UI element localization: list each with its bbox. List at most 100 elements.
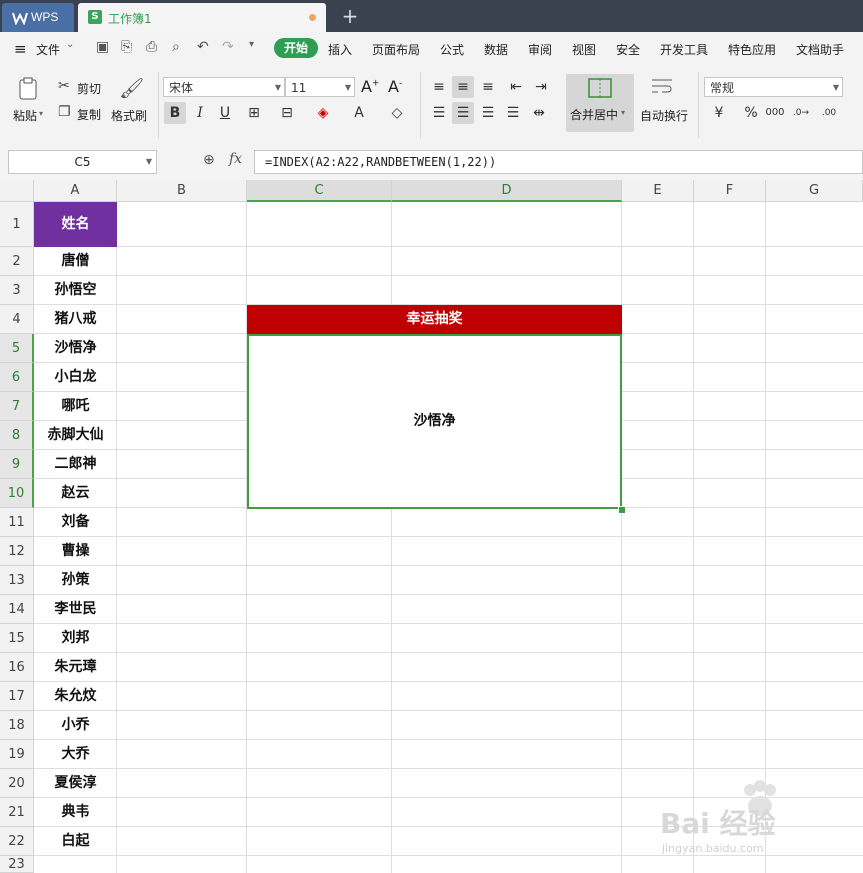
column-header-c[interactable]: C (247, 180, 392, 202)
name-box[interactable]: C5 ▼ (8, 150, 157, 174)
copy-button[interactable]: 复制 (77, 106, 101, 123)
name-cell[interactable]: 赵云 (34, 479, 117, 508)
name-cell[interactable]: 哪吒 (34, 392, 117, 421)
row-header-8[interactable]: 8 (0, 421, 34, 450)
row-header-7[interactable]: 7 (0, 392, 34, 421)
quick-access-more-icon[interactable]: ▾ (249, 39, 254, 50)
name-cell[interactable]: 朱元璋 (34, 653, 117, 682)
menu-review[interactable]: 审阅 (528, 41, 552, 58)
menu-view[interactable]: 视图 (572, 41, 596, 58)
export-icon[interactable]: ⎘ (121, 39, 132, 55)
menu-formulas[interactable]: 公式 (440, 41, 464, 58)
thousands-icon[interactable]: 000 (764, 102, 786, 124)
name-cell[interactable]: 刘备 (34, 508, 117, 537)
align-top-icon[interactable]: ≡ (428, 76, 450, 98)
menu-security[interactable]: 安全 (616, 41, 640, 58)
justify-icon[interactable]: ☰ (502, 102, 524, 124)
underline-button[interactable]: U (214, 102, 236, 124)
row-header-12[interactable]: 12 (0, 537, 34, 566)
align-center-icon[interactable]: ☰ (452, 102, 474, 124)
align-left-icon[interactable]: ☰ (428, 102, 450, 124)
wrap-text-button[interactable]: 自动换行 (640, 107, 688, 124)
fill-handle[interactable] (618, 506, 626, 514)
name-cell[interactable]: 孙悟空 (34, 276, 117, 305)
merge-center-button[interactable]: 合并居中 ▾ (566, 74, 634, 132)
name-cell[interactable]: 曹操 (34, 537, 117, 566)
name-cell[interactable]: 赤脚大仙 (34, 421, 117, 450)
name-cell[interactable]: 唐僧 (34, 247, 117, 276)
row-header-15[interactable]: 15 (0, 624, 34, 653)
row-header-13[interactable]: 13 (0, 566, 34, 595)
fill-color-icon[interactable]: ◈ (312, 102, 334, 124)
print-icon[interactable]: ⎙ (146, 39, 157, 55)
name-cell[interactable]: 猪八戒 (34, 305, 117, 334)
print-preview-icon[interactable]: ⌕ (172, 39, 180, 55)
row-header-19[interactable]: 19 (0, 740, 34, 769)
lucky-draw-result-cell[interactable]: 沙悟净 (247, 334, 622, 509)
name-cell[interactable]: 白起 (34, 827, 117, 856)
name-cell[interactable]: 刘邦 (34, 624, 117, 653)
percent-button[interactable]: % (740, 102, 762, 124)
menu-doc-assistant[interactable]: 文档助手 (796, 41, 844, 58)
document-tab[interactable]: S 工作簿1 (78, 3, 326, 32)
decrease-indent-icon[interactable]: ⇤ (505, 76, 527, 98)
paste-button[interactable]: 粘贴 (13, 107, 37, 124)
column-header-d[interactable]: D (392, 180, 622, 202)
lucky-draw-title[interactable]: 幸运抽奖 (247, 305, 622, 334)
column-header-a[interactable]: A (34, 180, 117, 202)
increase-indent-icon[interactable]: ⇥ (530, 76, 552, 98)
name-cell[interactable]: 小白龙 (34, 363, 117, 392)
menu-data[interactable]: 数据 (484, 41, 508, 58)
select-all-corner[interactable] (0, 180, 34, 202)
clear-format-icon[interactable]: ◇ (386, 102, 408, 124)
row-header-4[interactable]: 4 (0, 305, 34, 334)
redo-icon[interactable]: ↷ (222, 39, 234, 55)
row-header-6[interactable]: 6 (0, 363, 34, 392)
name-cell[interactable]: 朱允炆 (34, 682, 117, 711)
distributed-icon[interactable]: ⇹ (528, 102, 550, 124)
row-header-21[interactable]: 21 (0, 798, 34, 827)
name-cell[interactable]: 李世民 (34, 595, 117, 624)
menu-special[interactable]: 特色应用 (728, 41, 776, 58)
column-header-f[interactable]: F (694, 180, 766, 202)
cut-button[interactable]: 剪切 (77, 80, 101, 97)
column-header-b[interactable]: B (117, 180, 247, 202)
row-header-18[interactable]: 18 (0, 711, 34, 740)
chevron-down-icon[interactable]: ⌄ (66, 39, 74, 50)
zoom-icon[interactable]: ⊕ (203, 152, 215, 168)
align-bottom-icon[interactable]: ≡ (477, 76, 499, 98)
row-header-17[interactable]: 17 (0, 682, 34, 711)
save-icon[interactable]: ▣ (96, 39, 109, 55)
row-header-22[interactable]: 22 (0, 827, 34, 856)
name-cell[interactable]: 典韦 (34, 798, 117, 827)
menu-insert[interactable]: 插入 (328, 41, 352, 58)
undo-icon[interactable]: ↶ (197, 39, 209, 55)
name-cell[interactable]: 大乔 (34, 740, 117, 769)
row-header-10[interactable]: 10 (0, 479, 34, 508)
menu-file[interactable]: 文件 (36, 41, 60, 58)
format-painter-button[interactable]: 格式刷 (111, 107, 147, 124)
row-header-3[interactable]: 3 (0, 276, 34, 305)
column-header-e[interactable]: E (622, 180, 694, 202)
cell-style-icon[interactable]: ⊟ (276, 102, 298, 124)
currency-icon[interactable]: ¥ (708, 102, 730, 124)
number-format-select[interactable]: 常规 ▼ (704, 77, 843, 97)
hamburger-icon[interactable]: ≡ (14, 40, 27, 58)
name-cell[interactable]: 二郎神 (34, 450, 117, 479)
row-header-1[interactable]: 1 (0, 202, 34, 247)
align-right-icon[interactable]: ☰ (477, 102, 499, 124)
column-header-g[interactable]: G (766, 180, 863, 202)
new-tab-button[interactable]: + (340, 5, 360, 27)
increase-font-icon[interactable]: A+ (361, 77, 380, 96)
increase-decimal-icon[interactable]: .0→ (790, 102, 812, 124)
menu-developer[interactable]: 开发工具 (660, 41, 708, 58)
menu-home-tab[interactable]: 开始 (274, 38, 318, 58)
font-size-select[interactable]: 11 ▼ (285, 77, 355, 97)
italic-button[interactable]: I (189, 102, 211, 124)
font-color-icon[interactable]: A (348, 102, 370, 124)
align-middle-icon[interactable]: ≡ (452, 76, 474, 98)
row-header-20[interactable]: 20 (0, 769, 34, 798)
name-cell[interactable]: 夏侯淳 (34, 769, 117, 798)
row-header-23[interactable]: 23 (0, 856, 34, 873)
row-header-2[interactable]: 2 (0, 247, 34, 276)
